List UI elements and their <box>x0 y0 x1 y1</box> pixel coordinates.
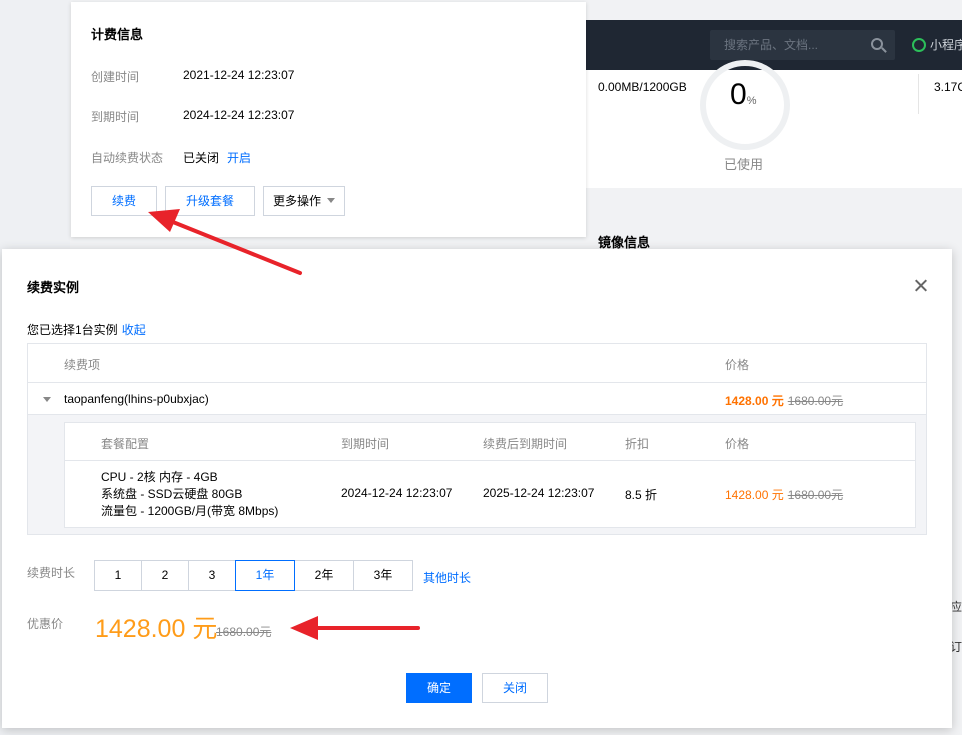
duration-option-3[interactable]: 3 <box>188 560 236 591</box>
renew-duration-selector: 1 2 3 1年 2年 3年 <box>94 560 413 591</box>
detail-price-old: 1680.00元 <box>787 488 844 502</box>
auto-renew-status: 已关闭 开启 <box>183 149 251 166</box>
billing-info-title: 计费信息 <box>91 27 144 42</box>
confirm-button[interactable]: 确定 <box>406 673 472 703</box>
search-icon[interactable] <box>871 38 883 50</box>
renew-duration-label: 续费时长 <box>27 566 76 580</box>
final-price: 1428.00 元 <box>95 615 218 643</box>
created-time-label: 创建时间 <box>91 70 140 84</box>
console-search-input[interactable]: 搜索产品、文档... <box>710 30 895 60</box>
new-expire-time-cell: 2025-12-24 12:23:07 <box>483 486 595 500</box>
auto-renew-value: 已关闭 <box>183 151 220 165</box>
col-detail-price: 价格 <box>725 437 750 451</box>
panel-divider <box>918 74 919 114</box>
col-discount: 折扣 <box>625 437 650 451</box>
usage-label: 已使用 <box>724 157 764 172</box>
renew-button[interactable]: 续费 <box>91 186 157 216</box>
detail-price-cell: 1428.00 元 1680.00元 <box>725 486 843 503</box>
more-actions-label: 更多操作 <box>272 194 321 208</box>
search-placeholder: 搜索产品、文档... <box>724 38 819 52</box>
final-old-price: 1680.00元 <box>216 625 272 639</box>
renew-instance-dialog: 续费实例 您已选择1台实例 收起 续费项 价格 taopanfeng(lhins-… <box>2 249 952 728</box>
plan-config: CPU - 2核 内存 - 4GB 系统盘 - SSD云硬盘 80GB 流量包 … <box>101 469 278 520</box>
selected-count: 您已选择1台实例 <box>27 323 118 337</box>
selected-instances-text: 您已选择1台实例 收起 <box>27 321 146 338</box>
expire-time-value: 2024-12-24 12:23:07 <box>183 108 295 122</box>
collapse-link[interactable]: 收起 <box>122 323 146 337</box>
col-price: 价格 <box>725 358 750 372</box>
table-row: taopanfeng(lhins-p0ubxjac) 1428.00 元 1680… <box>28 383 926 415</box>
close-icon[interactable] <box>912 277 930 295</box>
duration-option-1-year[interactable]: 1年 <box>235 560 295 591</box>
config-traffic-package: 流量包 - 1200GB/月(带宽 8Mbps) <box>101 504 279 518</box>
config-system-disk: 系统盘 - SSD云硬盘 80GB <box>101 487 243 501</box>
table-row: CPU - 2核 内存 - 4GB 系统盘 - SSD云硬盘 80GB 流量包 … <box>65 461 915 527</box>
expand-toggle-icon[interactable] <box>43 397 51 402</box>
traffic-usage-text: 0.00MB/1200GB <box>598 80 687 94</box>
col-plan-config: 套餐配置 <box>101 437 150 451</box>
duration-option-1[interactable]: 1 <box>94 560 142 591</box>
upgrade-plan-button[interactable]: 升级套餐 <box>165 186 255 216</box>
instance-name: taopanfeng(lhins-p0ubxjac) <box>64 392 209 406</box>
renew-items-table: 续费项 价格 taopanfeng(lhins-p0ubxjac) 1428.0… <box>27 343 927 535</box>
discount-cell: 8.5 折 <box>625 488 658 502</box>
plan-detail-header: 套餐配置 到期时间 续费后到期时间 折扣 价格 <box>65 423 915 461</box>
instance-price-old: 1680.00元 <box>787 394 844 408</box>
col-new-expire-time: 续费后到期时间 <box>483 437 568 451</box>
instance-price-now: 1428.00 元 <box>725 394 784 408</box>
cancel-button[interactable]: 关闭 <box>482 673 548 703</box>
discount-price-label: 优惠价 <box>27 617 64 631</box>
duration-option-2[interactable]: 2 <box>141 560 189 591</box>
duration-option-2-year[interactable]: 2年 <box>294 560 354 591</box>
other-duration-link[interactable]: 其他时长 <box>423 569 471 586</box>
created-time-value: 2021-12-24 12:23:07 <box>183 68 295 82</box>
instance-price: 1428.00 元 1680.00元 <box>725 392 843 409</box>
duration-option-3-year[interactable]: 3年 <box>353 560 413 591</box>
config-cpu-memory: CPU - 2核 内存 - 4GB <box>101 470 218 484</box>
usage-value: 0% <box>730 78 757 111</box>
mini-program-link[interactable]: 小程序 <box>912 36 962 53</box>
table-header: 续费项 价格 <box>28 344 926 383</box>
auto-renew-label: 自动续费状态 <box>91 151 164 165</box>
more-actions-button[interactable]: 更多操作 <box>263 186 345 216</box>
detail-price-now: 1428.00 元 <box>725 488 784 502</box>
chevron-down-icon <box>327 198 335 203</box>
expire-time-label: 到期时间 <box>91 110 140 124</box>
mini-program-icon <box>912 38 926 52</box>
billing-info-card: 计费信息 创建时间 2021-12-24 12:23:07 到期时间 2024-… <box>71 2 586 237</box>
dialog-title: 续费实例 <box>27 280 80 295</box>
enable-auto-renew-link[interactable]: 开启 <box>227 151 251 165</box>
col-expire-time: 到期时间 <box>341 437 390 451</box>
col-renew-item: 续费项 <box>64 358 101 372</box>
right-value: 3.17C <box>934 80 962 94</box>
plan-detail-table: 套餐配置 到期时间 续费后到期时间 折扣 价格 CPU - 2核 内存 - 4G… <box>64 422 916 528</box>
instance-detail-expanded: 套餐配置 到期时间 续费后到期时间 折扣 价格 CPU - 2核 内存 - 4G… <box>28 415 926 534</box>
mini-program-label: 小程序 <box>930 38 962 52</box>
expire-time-cell: 2024-12-24 12:23:07 <box>341 486 453 500</box>
